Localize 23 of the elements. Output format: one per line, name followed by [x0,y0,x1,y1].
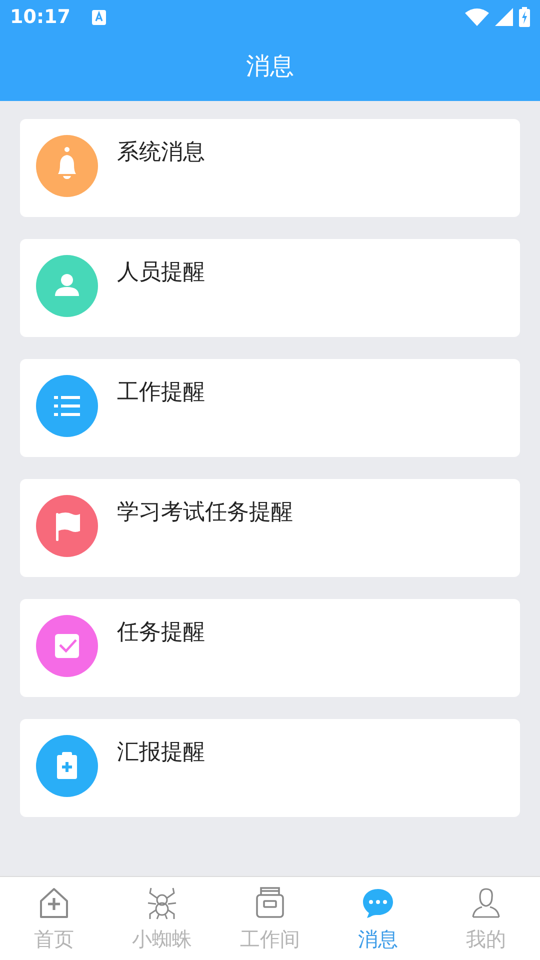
status-time: 10:17 [10,4,70,30]
category-label: 学习考试任务提醒 [117,499,293,527]
message-category-item[interactable]: 工作提醒 [20,359,520,457]
message-category-item[interactable]: 任务提醒 [20,599,520,697]
person-icon [469,886,503,920]
home-icon [37,886,71,920]
category-label: 工作提醒 [117,379,205,407]
keyboard-icon [92,10,106,24]
message-category-item[interactable]: 学习考试任务提醒 [20,479,520,577]
spider-icon [145,886,179,920]
message-category-item[interactable]: 系统消息 [20,119,520,217]
category-label: 系统消息 [117,139,205,167]
category-label: 汇报提醒 [117,739,205,767]
wifi-icon [465,8,489,26]
page-title: 消息 [246,50,294,82]
battery-icon [519,7,530,27]
chat-bubble-icon [361,886,395,920]
signal-icon [495,8,513,26]
category-label: 人员提醒 [117,259,205,287]
message-category-item[interactable]: 人员提醒 [20,239,520,337]
toolbox-icon [253,886,287,920]
category-label: 任务提醒 [117,619,205,647]
message-category-item[interactable]: 汇报提醒 [20,719,520,817]
